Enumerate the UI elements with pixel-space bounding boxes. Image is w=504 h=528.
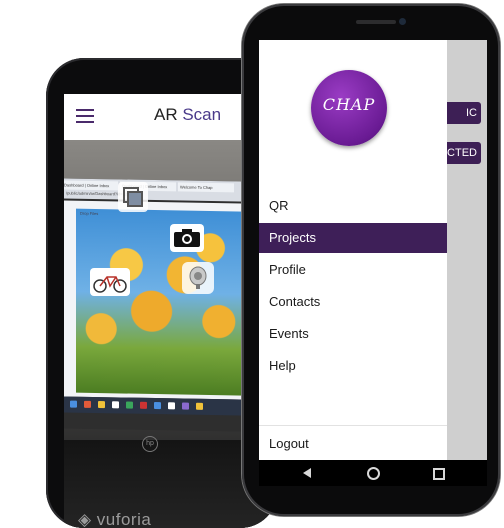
background-content: IC CTED xyxy=(441,40,487,460)
menu-item-contacts[interactable]: Contacts xyxy=(259,287,447,317)
taskbar-icon xyxy=(112,401,119,409)
bicycle-ar-icon[interactable] xyxy=(90,268,130,296)
vuforia-watermark: ◈ vuforia xyxy=(78,510,152,528)
drawer-divider xyxy=(259,425,447,426)
taskbar-icon xyxy=(84,400,91,408)
back-icon[interactable] xyxy=(303,468,311,478)
menu-item-events[interactable]: Events xyxy=(259,319,447,349)
menu-phone: IC CTED CHAP QR Projects Profile Contact… xyxy=(242,4,500,516)
chap-logo-text: CHAP xyxy=(322,95,376,114)
home-icon[interactable] xyxy=(367,467,380,480)
browser-tab: Dashboard | Online Inbox xyxy=(64,180,118,191)
gallery-ar-icon[interactable] xyxy=(118,182,148,212)
menu-item-projects[interactable]: Projects xyxy=(259,223,447,253)
taskbar-icon xyxy=(154,402,161,410)
hp-logo-icon: hp xyxy=(142,436,158,452)
browser-tab: Welcome To Chap xyxy=(178,182,234,193)
chap-logo: CHAP xyxy=(311,70,387,146)
recent-apps-icon[interactable] xyxy=(433,468,445,480)
taskbar-icon xyxy=(182,402,189,410)
taskbar-icon xyxy=(196,402,203,410)
background-button: CTED xyxy=(441,142,481,164)
hamburger-menu-icon[interactable] xyxy=(76,109,94,123)
webpage: Drop Files xyxy=(64,200,244,400)
android-nav-bar xyxy=(259,460,487,486)
monitor: Dashboard | Online Inbox Dashboard | Onl… xyxy=(64,178,246,432)
drop-files-label: Drop Files xyxy=(80,210,99,217)
browser-bar: Dashboard | Online Inbox Dashboard | Onl… xyxy=(64,178,246,202)
camera-ar-icon[interactable] xyxy=(170,224,204,252)
page-title: AR Scan xyxy=(154,105,222,124)
taskbar-icon xyxy=(98,401,105,409)
taskbar xyxy=(64,396,246,416)
menu-item-help[interactable]: Help xyxy=(259,351,447,381)
taskbar-icon xyxy=(70,400,77,408)
taskbar-icon xyxy=(140,401,147,409)
taskbar-icon xyxy=(126,401,133,409)
taskbar-icon xyxy=(168,402,175,410)
menu-item-profile[interactable]: Profile xyxy=(259,255,447,285)
earpiece xyxy=(356,20,396,24)
menu-screen: IC CTED CHAP QR Projects Profile Contact… xyxy=(259,40,487,486)
background-button: IC xyxy=(441,102,481,124)
tulip-image xyxy=(76,208,244,396)
front-camera-icon xyxy=(399,18,406,25)
audio-ar-icon[interactable] xyxy=(182,262,214,294)
menu-item-qr[interactable]: QR xyxy=(259,191,447,221)
logout-button[interactable]: Logout xyxy=(259,429,447,459)
navigation-drawer: CHAP QR Projects Profile Contacts Events… xyxy=(259,40,447,460)
